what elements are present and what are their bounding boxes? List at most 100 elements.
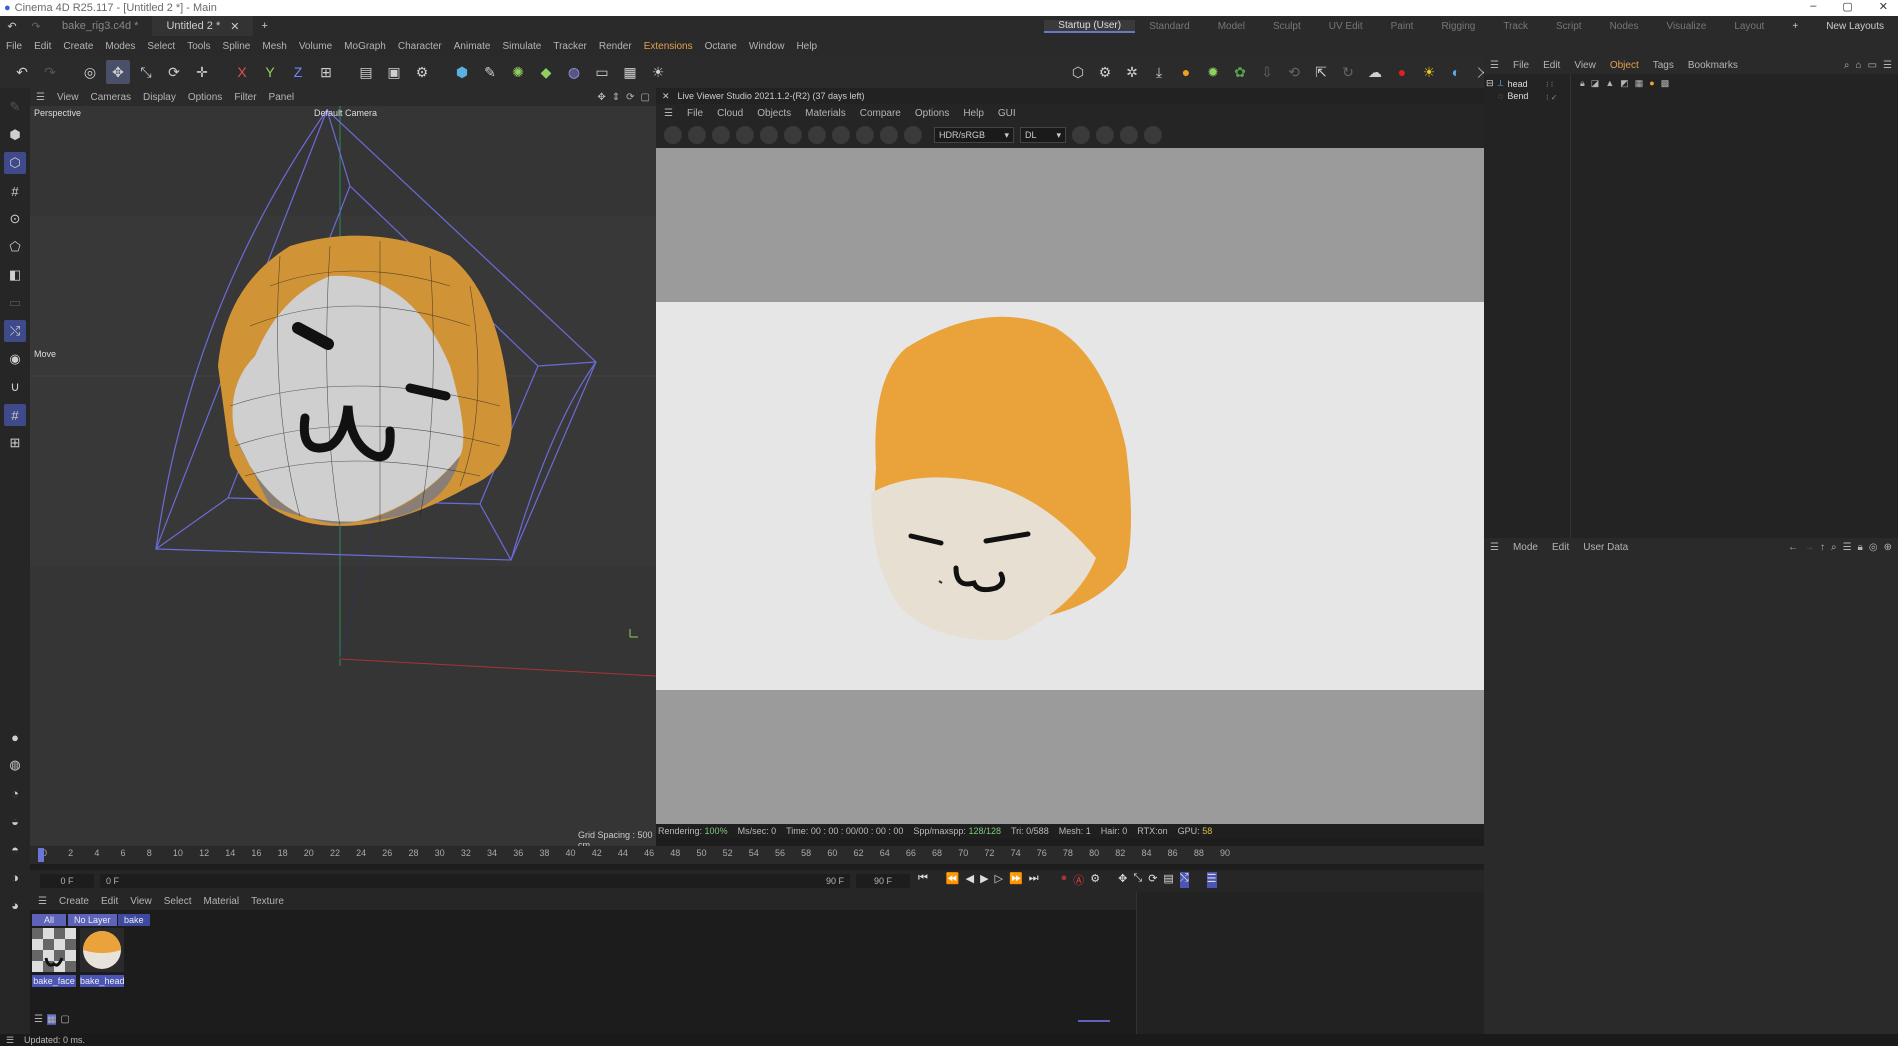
sphere-preview-icon[interactable] [808,126,826,144]
lv-menu-materials[interactable]: Materials [805,108,846,119]
redo-history-icon[interactable]: ↷ [24,14,48,38]
filter-all[interactable]: All [32,914,66,926]
orbit-icon[interactable]: ⟳ [626,92,634,103]
weight-tag-icon[interactable]: ◩ [1620,78,1629,89]
dolly-icon[interactable]: ⇕ [612,92,620,103]
lv-menu-options[interactable]: Options [915,108,949,119]
om-menu-icon[interactable]: ☰ [1490,60,1499,71]
attr-add-icon[interactable]: ⊕ [1884,542,1892,553]
tab-bake-rig3[interactable]: bake_rig3.c4d * [48,16,152,36]
download-icon[interactable]: ⤓ [1147,60,1171,84]
triangle-tag-icon[interactable]: ▲ [1605,78,1614,89]
floor-icon[interactable]: ▦ [618,60,642,84]
drop-icon[interactable]: ◒ [4,810,26,832]
visibility-dots[interactable]: ⁝ ⁝ ⁝ ✓ [1546,78,1557,104]
sphere-2-icon[interactable]: ◕ [4,894,26,916]
material-menu-icon[interactable]: ☰ [38,896,47,907]
undo-icon[interactable]: ↶ [10,60,34,84]
layout-nodes[interactable]: Nodes [1596,21,1653,32]
layout-standard[interactable]: Standard [1135,21,1204,32]
layout-paint[interactable]: Paint [1377,21,1428,32]
menu-mesh[interactable]: Mesh [262,41,286,52]
key-pos-icon[interactable]: ✥ [1118,872,1127,888]
filter-no-layer[interactable]: No Layer [68,914,117,926]
attr-menu-mode[interactable]: Mode [1513,542,1538,553]
viewport-menu-icon[interactable]: ☰ [36,92,45,103]
menu-character[interactable]: Character [398,41,442,52]
zoom-slider[interactable] [1078,1020,1110,1022]
material-bake-face[interactable]: bake_face [32,928,76,987]
layout-rigging[interactable]: Rigging [1427,21,1489,32]
render-settings-icon[interactable]: ⚙ [410,60,434,84]
filter-icon[interactable]: ☰ [1883,60,1892,71]
lv-menu-objects[interactable]: Objects [757,108,791,119]
menu-render[interactable]: Render [599,41,632,52]
import-icon[interactable]: ⇩ [1255,60,1279,84]
add-layout-icon[interactable]: + [1778,21,1812,32]
new-window-icon[interactable]: ▭ [1868,60,1877,71]
record-icon[interactable]: ● [1390,60,1414,84]
viewport-3d[interactable]: Perspective Default Camera Move Grid Spa… [30,106,656,846]
key-param-icon[interactable]: ▤ [1163,872,1173,888]
collapse-icon[interactable]: ⊟ [1486,78,1494,89]
home-icon[interactable]: ⌂ [1856,60,1862,71]
scale-tool-icon[interactable]: ⤡ [134,60,158,84]
menu-select[interactable]: Select [147,41,175,52]
ik-tag-icon[interactable]: ◪ [1591,78,1600,89]
render-view-icon[interactable]: ▣ [382,60,406,84]
octane-s-icon[interactable]: ● [1174,60,1198,84]
om-menu-bookmarks[interactable]: Bookmarks [1688,60,1738,71]
lv-menu-file[interactable]: File [687,108,703,119]
list-view-icon[interactable]: ☰ [34,1014,43,1025]
camera-label[interactable]: Default Camera [314,108,377,118]
current-frame-field[interactable]: 0 F [40,874,94,888]
lock-tag-icon[interactable]: 🔒︎ [1580,78,1585,89]
go-to-start-icon[interactable]: ⏮ [918,872,928,888]
kernel-select[interactable]: DL ▾ [1020,127,1066,143]
layout-visualize[interactable]: Visualize [1652,21,1720,32]
layer-icon[interactable] [1096,126,1114,144]
next-frame-icon[interactable]: ▷ [995,872,1003,888]
menu-mograph[interactable]: MoGraph [344,41,386,52]
layout-track[interactable]: Track [1489,21,1542,32]
key-rot-icon[interactable]: ⟳ [1148,872,1157,888]
octane-settings-icon[interactable]: ⚙ [1093,60,1117,84]
generator-icon[interactable]: ✺ [506,60,530,84]
stop-icon[interactable] [736,126,754,144]
layout-startup[interactable]: Startup (User) [1044,19,1136,33]
gear-icon[interactable] [760,126,778,144]
lv-menu-help[interactable]: Help [963,108,984,119]
om-menu-file[interactable]: File [1513,60,1529,71]
large-view-icon[interactable]: ▢ [60,1014,69,1025]
max-frame-field[interactable]: 90 F [856,874,910,888]
play-icon[interactable]: ▶ [980,872,988,888]
search-icon[interactable]: ⌕ [1844,60,1850,71]
octane-live-icon[interactable]: ✲ [1120,60,1144,84]
pan-icon[interactable]: ✥ [597,92,605,103]
undo-history-icon[interactable]: ↶ [0,14,24,38]
maximize-view-icon[interactable]: ▢ [641,92,650,103]
cone-icon[interactable]: ◓ [4,838,26,860]
attr-filter-icon[interactable]: ☰ [1843,542,1852,553]
export-icon[interactable]: ⇱ [1309,60,1333,84]
lock-icon[interactable] [784,126,802,144]
prev-key-icon[interactable]: ⏪ [946,872,960,888]
magnet-icon[interactable]: ∪ [4,376,26,398]
mat-menu-texture[interactable]: Texture [251,896,284,907]
cube-icon[interactable]: ⬢ [450,60,474,84]
attr-lock-icon[interactable]: 🔒︎ [1858,542,1863,553]
dot-icon[interactable] [1144,126,1162,144]
light-icon[interactable]: ☀ [646,60,670,84]
menu-window[interactable]: Window [749,41,785,52]
sun-icon[interactable]: ☀ [1417,60,1441,84]
minimize-icon[interactable]: – [1810,0,1816,13]
mat-menu-select[interactable]: Select [164,896,192,907]
tab-untitled-2[interactable]: Untitled 2 * ✕ [152,16,254,36]
model-mode-icon[interactable]: ⬢ [4,124,26,146]
lv-menu-cloud[interactable]: Cloud [717,108,743,119]
y-axis-icon[interactable]: Y [258,60,282,84]
menu-create[interactable]: Create [63,41,93,52]
viewport-menu-filter[interactable]: Filter [234,92,256,103]
octane-flower-icon[interactable]: ✿ [1228,60,1252,84]
pen-tool-icon[interactable]: ✎ [4,96,26,118]
